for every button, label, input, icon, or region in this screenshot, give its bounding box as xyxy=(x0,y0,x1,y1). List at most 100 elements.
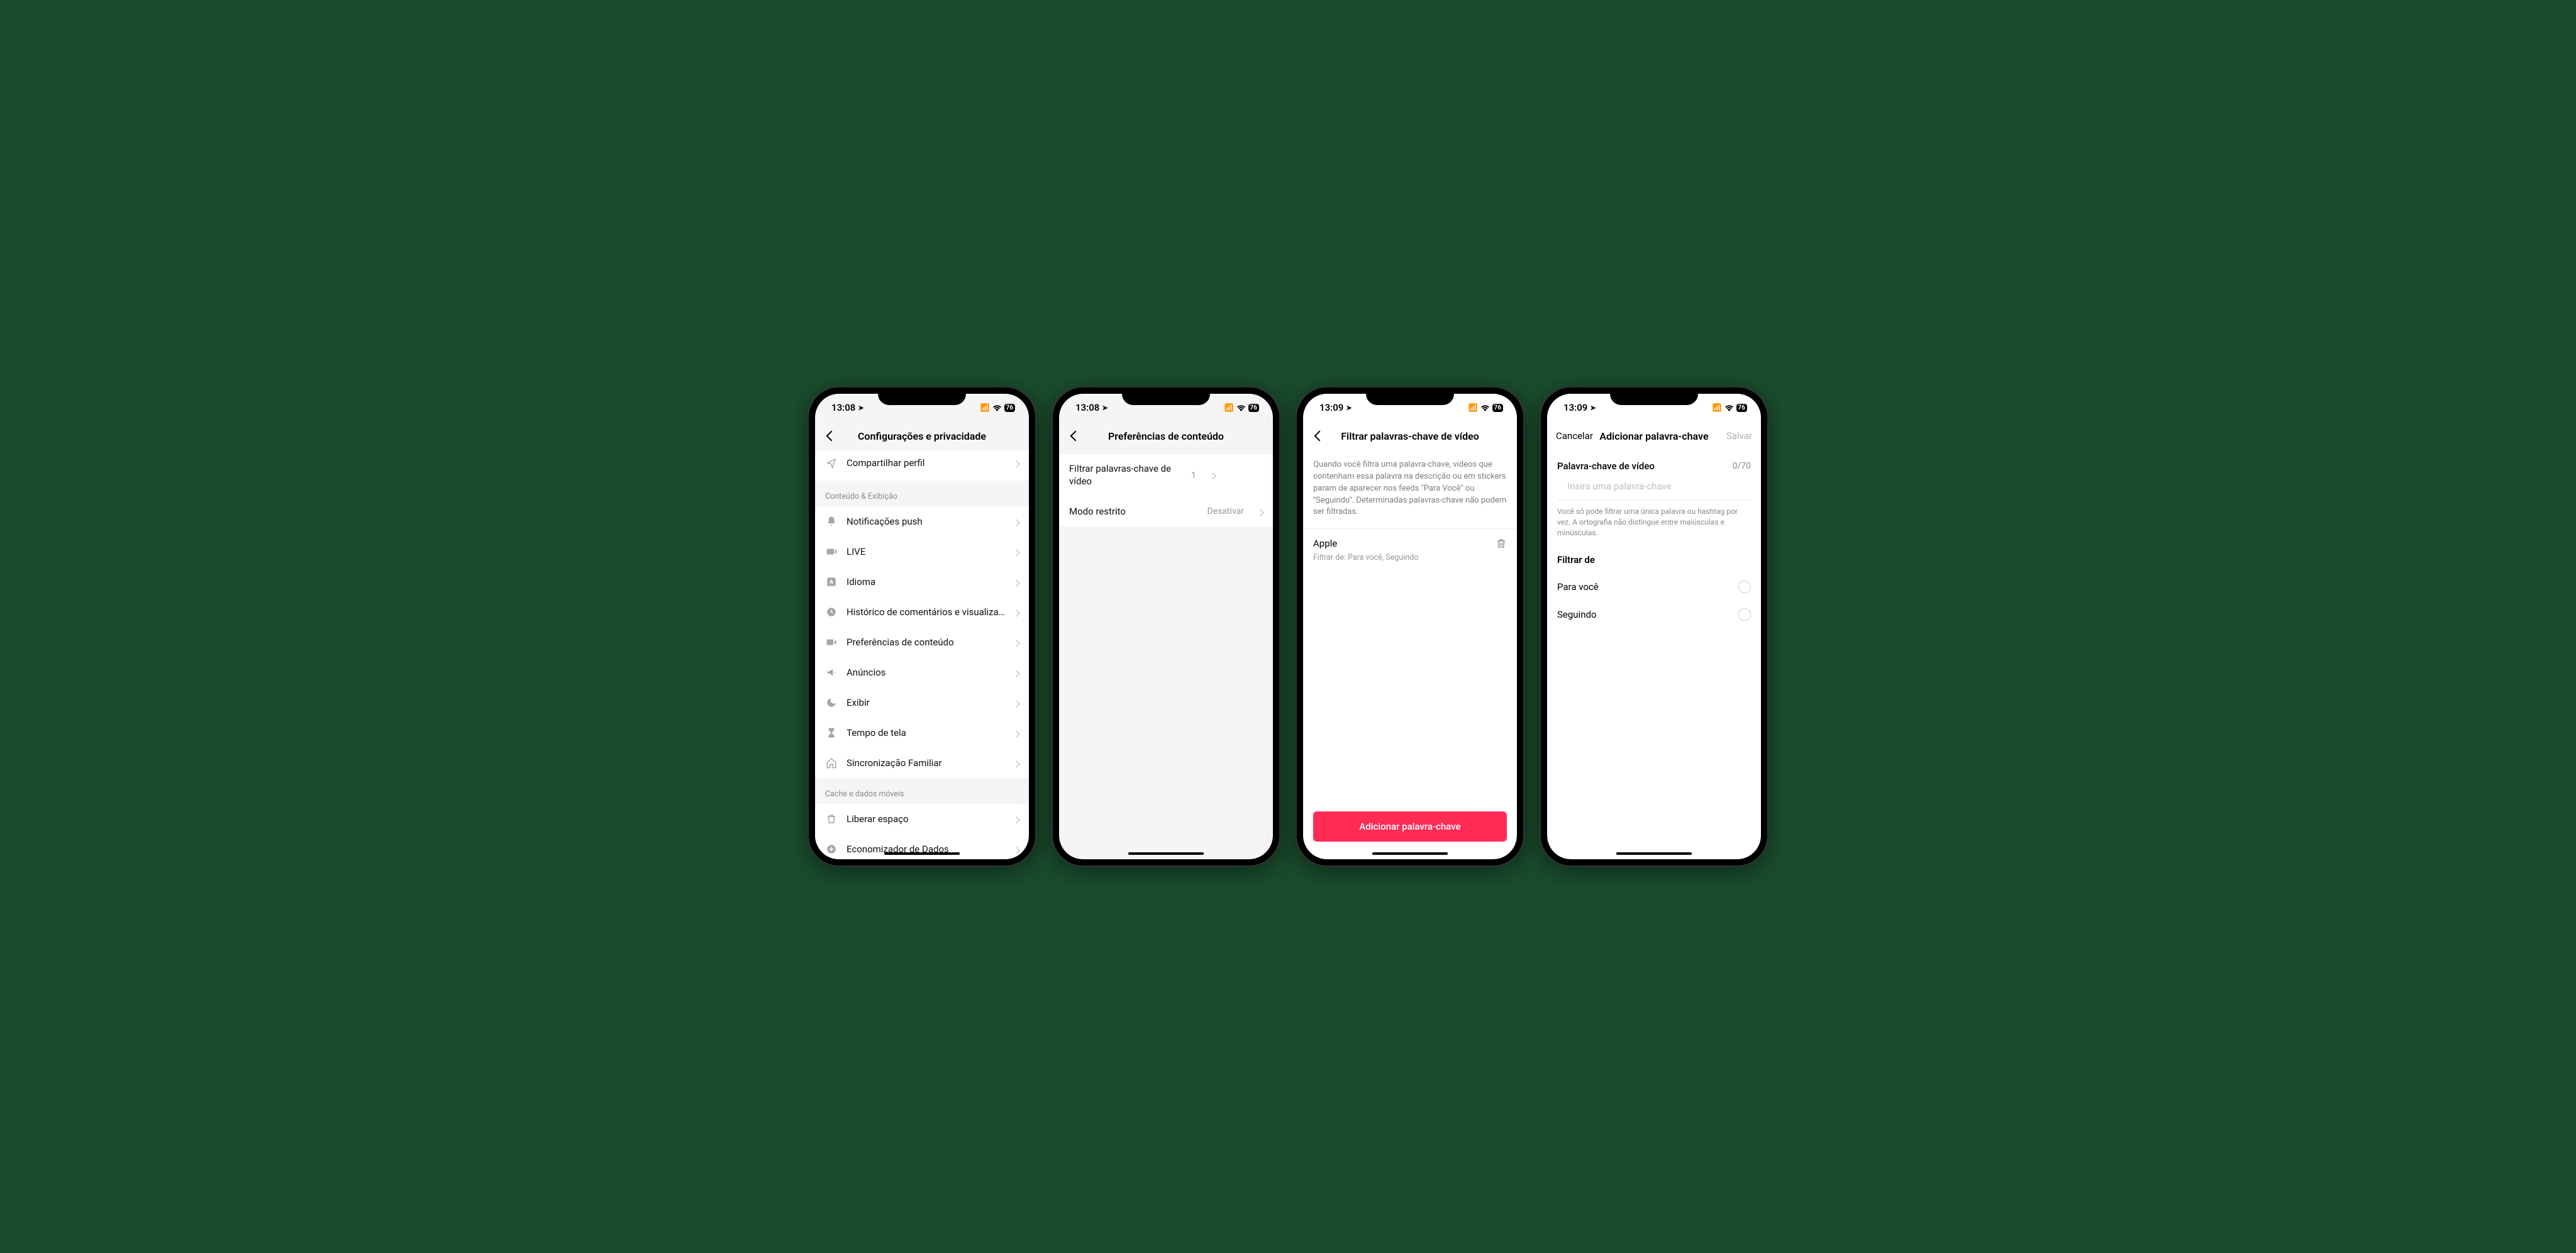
screen-2: 13:08 ➤ 📶 76 Preferências de conteúdo Fi… xyxy=(1059,394,1273,859)
content[interactable]: Compartilhar perfil Conteúdo & Exibição … xyxy=(815,450,1029,859)
chevron-right-icon xyxy=(1014,606,1019,618)
chevron-right-icon xyxy=(1014,844,1019,855)
signal-icon: 📶 xyxy=(1713,403,1722,412)
filter-option-following[interactable]: Seguindo xyxy=(1547,601,1761,628)
home-indicator[interactable] xyxy=(1372,852,1448,855)
data-icon xyxy=(825,843,838,855)
content[interactable]: Palavra-chave de vídeo 0/70 Insira uma p… xyxy=(1547,450,1761,859)
radio-icon[interactable] xyxy=(1738,581,1751,593)
list-item-restricted-mode[interactable]: Modo restrito Desativar xyxy=(1059,496,1273,526)
list-label: Liberar espaço xyxy=(847,813,1005,825)
status-time: 13:08 xyxy=(831,402,855,413)
list-item-screentime[interactable]: Tempo de tela xyxy=(815,718,1029,748)
notch xyxy=(1366,387,1454,405)
page-title: Filtrar palavras-chave de vídeo xyxy=(1341,430,1479,442)
phone-frame-3: 13:09 ➤ 📶 76 Filtrar palavras-chave de v… xyxy=(1297,387,1523,866)
location-icon: ➤ xyxy=(858,404,863,412)
notch xyxy=(1122,387,1210,405)
field-header: Palavra-chave de vídeo 0/70 xyxy=(1547,450,1761,477)
list-label: Sincronização Familiar xyxy=(847,757,1005,769)
list-item-history[interactable]: Histórico de comentários e visualiza... xyxy=(815,597,1029,627)
list-item-family[interactable]: Sincronização Familiar xyxy=(815,748,1029,778)
bell-icon xyxy=(825,515,838,528)
phone-frame-2: 13:08 ➤ 📶 76 Preferências de conteúdo Fi… xyxy=(1053,387,1279,866)
list-item-content-prefs[interactable]: Preferências de conteúdo xyxy=(815,627,1029,657)
content[interactable]: Quando você filtra uma palavra-chave, ví… xyxy=(1303,450,1517,859)
description-text: Quando você filtra uma palavra-chave, ví… xyxy=(1303,450,1517,529)
nav-header: Filtrar palavras-chave de vídeo xyxy=(1303,421,1517,450)
keyword-row[interactable]: Apple xyxy=(1303,529,1517,552)
svg-text:A: A xyxy=(830,579,834,586)
chevron-right-icon xyxy=(1258,506,1263,518)
home-indicator[interactable] xyxy=(1616,852,1692,855)
section-header: Cache e dados móveis xyxy=(815,778,1029,804)
video-icon xyxy=(825,636,838,649)
keyword-input[interactable]: Insira uma palavra-chave xyxy=(1557,477,1751,500)
wifi-icon xyxy=(1236,404,1246,411)
list-label: Compartilhar perfil xyxy=(847,457,1005,469)
signal-icon: 📶 xyxy=(980,403,990,412)
field-label: Palavra-chave de vídeo xyxy=(1557,460,1655,472)
field-hint: Você só pode filtrar uma única palavra o… xyxy=(1547,500,1761,549)
list-item-datasaver[interactable]: Economizador de Dados xyxy=(815,834,1029,859)
chevron-right-icon xyxy=(1014,667,1019,679)
filter-section-title: Filtrar de xyxy=(1547,549,1761,573)
filter-label: Seguindo xyxy=(1557,609,1597,620)
save-button[interactable]: Salvar xyxy=(1726,430,1752,442)
home-indicator[interactable] xyxy=(884,852,960,855)
back-button[interactable] xyxy=(1311,427,1328,445)
list-value: 1 xyxy=(1191,471,1196,481)
status-time: 13:08 xyxy=(1075,402,1099,413)
signal-icon: 📶 xyxy=(1224,403,1234,412)
list-item-freespace[interactable]: Liberar espaço xyxy=(815,804,1029,834)
chevron-right-icon xyxy=(1014,697,1019,709)
list-label: Histórico de comentários e visualiza... xyxy=(847,606,1005,618)
language-icon: A xyxy=(825,576,838,588)
chevron-right-icon xyxy=(1014,727,1019,739)
moon-icon xyxy=(825,696,838,709)
list-item-filter-keywords[interactable]: Filtrar palavras-chave de vídeo 1 xyxy=(1059,454,1273,496)
share-icon xyxy=(825,457,838,469)
chevron-right-icon xyxy=(1014,757,1019,769)
battery-icon: 76 xyxy=(1004,404,1015,412)
screen-4: 13:09 ➤ 📶 76 Cancelar Adicionar palavra-… xyxy=(1547,394,1761,859)
list-item-display[interactable]: Exibir xyxy=(815,688,1029,718)
phone-frame-4: 13:09 ➤ 📶 76 Cancelar Adicionar palavra-… xyxy=(1541,387,1767,866)
battery-icon: 76 xyxy=(1736,404,1747,412)
list-item-language[interactable]: A Idioma xyxy=(815,567,1029,597)
list-label: LIVE xyxy=(847,546,1005,557)
nav-header: Preferências de conteúdo xyxy=(1059,421,1273,450)
battery-icon: 76 xyxy=(1248,404,1259,412)
back-button[interactable] xyxy=(1067,427,1084,445)
list-item-ads[interactable]: Anúncios xyxy=(815,657,1029,688)
list-label: Notificações push xyxy=(847,516,1005,527)
list-label: Modo restrito xyxy=(1069,506,1199,517)
location-icon: ➤ xyxy=(1102,404,1108,412)
chevron-right-icon xyxy=(1014,813,1019,825)
location-icon: ➤ xyxy=(1590,404,1596,412)
clock-icon xyxy=(825,606,838,618)
list-label: Tempo de tela xyxy=(847,727,1005,738)
phone-frame-1: 13:08 ➤ 📶 76 Configurações e privacidade xyxy=(809,387,1035,866)
list-item-live[interactable]: LIVE xyxy=(815,537,1029,567)
list-item-share-profile[interactable]: Compartilhar perfil xyxy=(815,450,1029,481)
cancel-button[interactable]: Cancelar xyxy=(1556,430,1593,442)
location-icon: ➤ xyxy=(1346,404,1352,412)
filter-option-foryou[interactable]: Para você xyxy=(1547,573,1761,601)
delete-keyword-button[interactable] xyxy=(1496,538,1507,549)
keyword-name: Apple xyxy=(1313,538,1337,549)
home-indicator[interactable] xyxy=(1128,852,1204,855)
content[interactable]: Filtrar palavras-chave de vídeo 1 Modo r… xyxy=(1059,450,1273,859)
keyword-subtitle: Filtrar de: Para você, Seguindo xyxy=(1303,552,1517,571)
nav-header: Cancelar Adicionar palavra-chave Salvar xyxy=(1547,421,1761,450)
list-item-notifications[interactable]: Notificações push xyxy=(815,506,1029,537)
back-button[interactable] xyxy=(823,427,840,445)
wifi-icon xyxy=(1480,404,1490,411)
page-title: Adicionar palavra-chave xyxy=(1599,430,1708,442)
list-label: Filtrar palavras-chave de vídeo xyxy=(1069,463,1182,487)
radio-icon[interactable] xyxy=(1738,608,1751,621)
hourglass-icon xyxy=(825,727,838,739)
add-keyword-button[interactable]: Adicionar palavra-chave xyxy=(1313,811,1507,842)
home-icon xyxy=(825,757,838,769)
signal-icon: 📶 xyxy=(1468,403,1478,412)
